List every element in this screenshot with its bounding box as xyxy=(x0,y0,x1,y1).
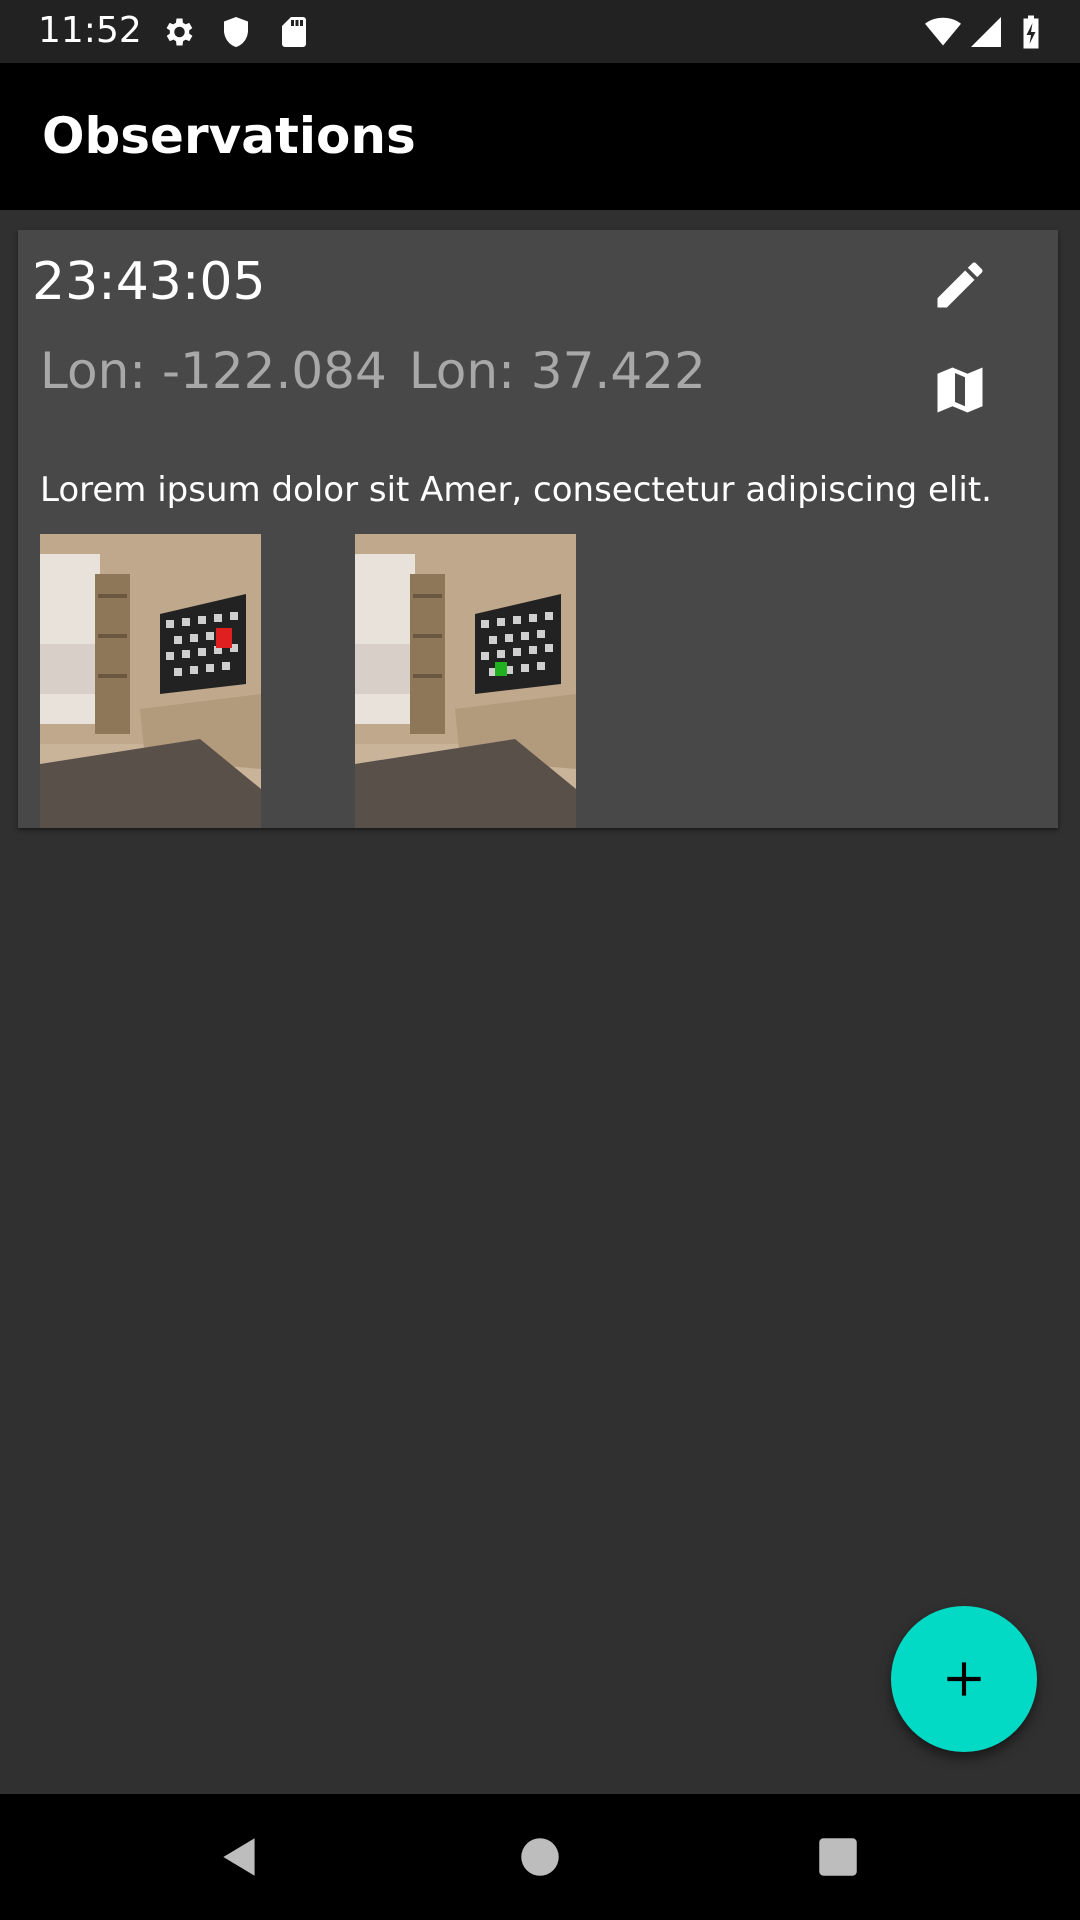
map-icon xyxy=(937,367,983,413)
recents-icon xyxy=(819,1838,857,1876)
back-icon xyxy=(223,1838,255,1876)
add-observation-button[interactable] xyxy=(891,1606,1037,1752)
shield-icon xyxy=(218,14,254,50)
navigation-bar xyxy=(0,1794,1080,1920)
settings-icon xyxy=(160,14,196,50)
observation-card[interactable]: 23:43:05 Lon: -122.084 Lon: 37.422 Lorem … xyxy=(18,230,1058,828)
recents-button[interactable] xyxy=(813,1832,863,1882)
status-bar: 11:52 xyxy=(0,0,1080,63)
status-time: 11:52 xyxy=(38,10,142,51)
latitude-label: Lon: 37.422 xyxy=(408,342,706,400)
observation-description: Lorem ipsum dolor sit Amer, consectetur … xyxy=(40,470,992,510)
page-title: Observations xyxy=(42,107,416,165)
wifi-icon xyxy=(922,14,964,50)
app-bar: Observations xyxy=(0,63,1080,210)
back-button[interactable] xyxy=(215,1832,265,1882)
sd-card-icon xyxy=(276,14,312,50)
edit-button[interactable] xyxy=(930,255,990,315)
map-button[interactable] xyxy=(930,360,990,420)
observation-coordinates: Lon: -122.084 Lon: 37.422 xyxy=(40,342,706,400)
longitude-label: Lon: -122.084 xyxy=(40,342,387,400)
observation-photo[interactable] xyxy=(355,534,576,828)
home-icon xyxy=(521,1838,559,1876)
signal-icon xyxy=(968,14,1004,50)
observation-time: 23:43:05 xyxy=(32,252,266,312)
edit-icon xyxy=(937,262,983,308)
home-button[interactable] xyxy=(515,1832,565,1882)
observation-photo[interactable] xyxy=(40,534,261,828)
plus-icon xyxy=(947,1662,981,1696)
battery-charging-icon xyxy=(1016,14,1046,50)
